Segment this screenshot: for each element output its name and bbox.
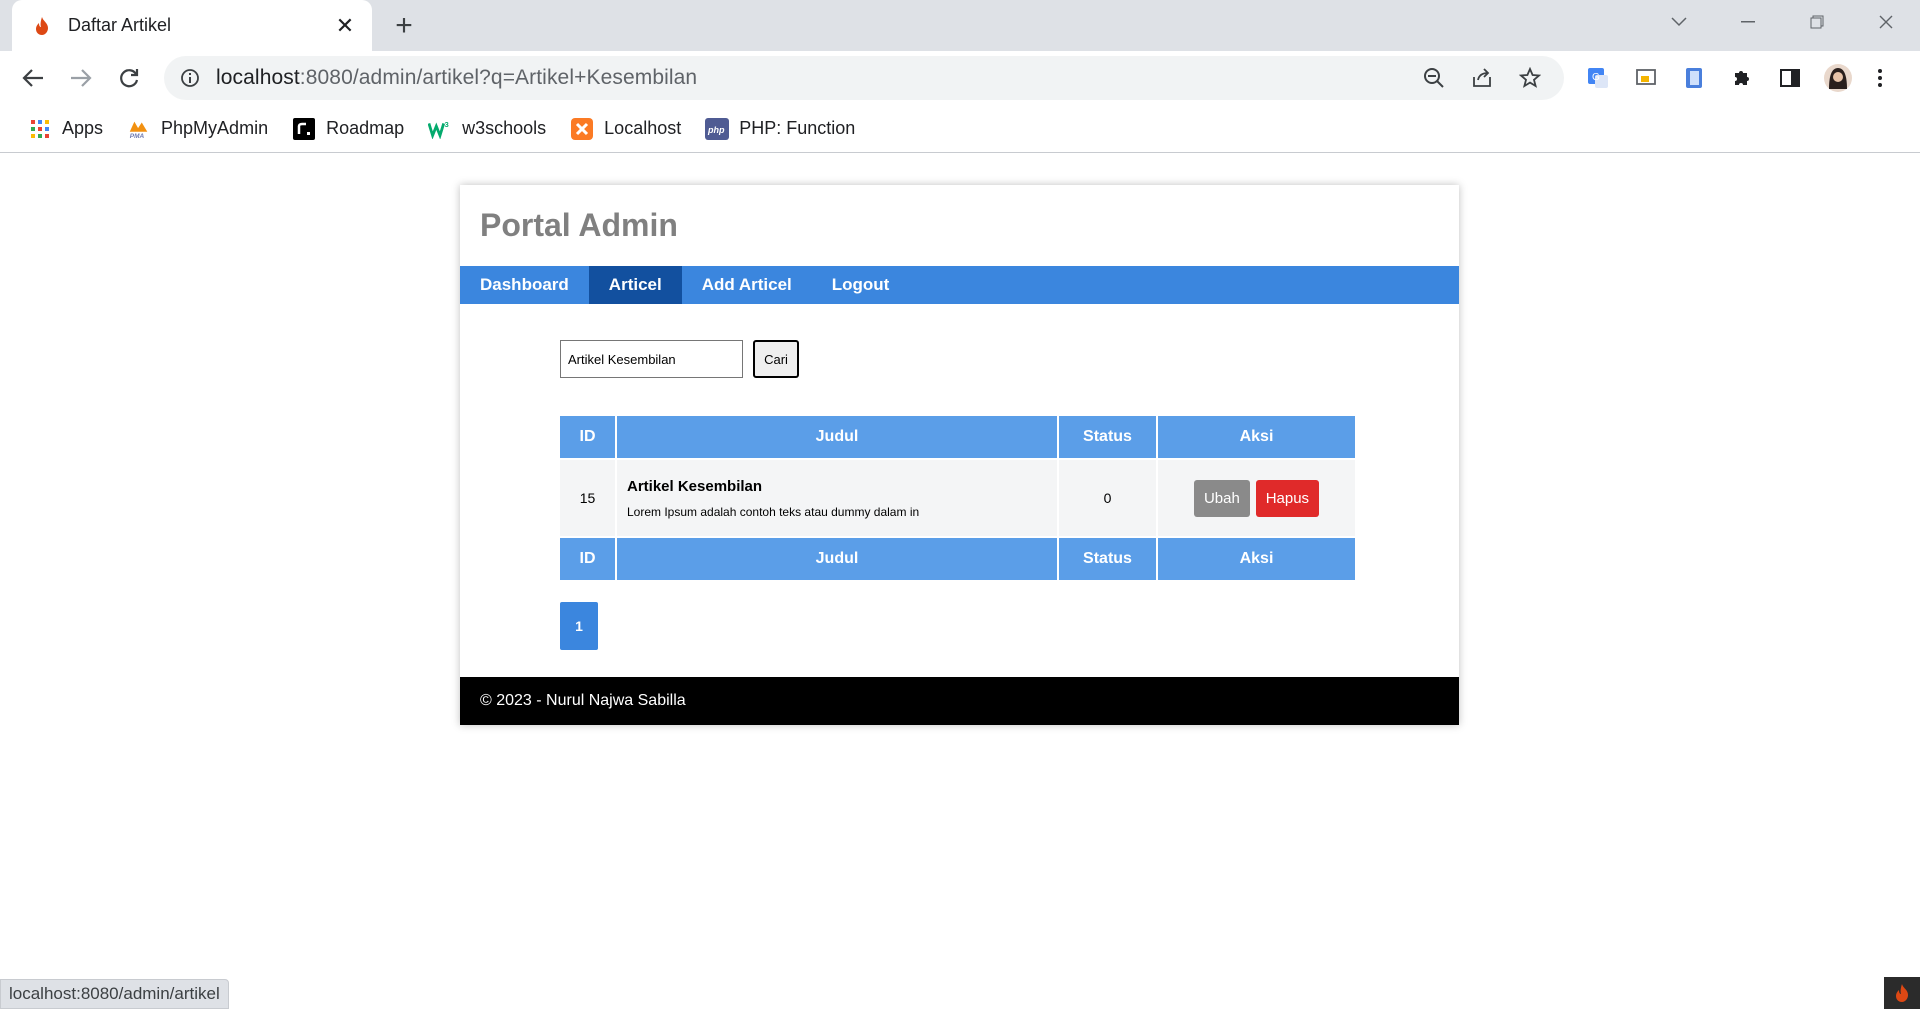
url-host: localhost (216, 66, 300, 89)
column-header-aksi: Aksi (1158, 416, 1355, 458)
window-controls (1644, 0, 1920, 44)
bookmark-label: Roadmap (326, 118, 405, 138)
admin-container: Portal Admin Dashboard Articel Add Artic… (460, 185, 1459, 725)
delete-button[interactable]: Hapus (1255, 479, 1320, 517)
bookmark-label: Localhost (604, 118, 682, 138)
bookmark-label: Apps (62, 118, 104, 138)
nav-articel[interactable]: Articel (588, 266, 682, 304)
nav-logout[interactable]: Logout (812, 266, 910, 304)
apps-grid-icon (28, 117, 52, 141)
forward-arrow-icon[interactable] (64, 61, 98, 95)
main-content: Cari ID Judul Status Aksi 15 Artikel K (460, 304, 1459, 677)
browser-tabstrip: Daftar Artikel ✕ + (0, 0, 1920, 51)
bookmark-label: PhpMyAdmin (161, 118, 269, 138)
roadmap-icon (292, 117, 316, 141)
cell-judul: Artikel Kesembilan Lorem Ipsum adalah co… (617, 460, 1057, 536)
page-1-button[interactable]: 1 (560, 602, 598, 650)
bookmark-w3schools[interactable]: 3 w3schools (420, 111, 554, 147)
column-footer-judul: Judul (617, 538, 1057, 580)
bookmark-php-function[interactable]: php PHP: Function (697, 111, 863, 147)
xampp-icon (570, 117, 594, 141)
chrome-menu-kebab-icon[interactable] (1862, 59, 1898, 97)
address-bar[interactable]: localhost:8080/admin/artikel?q=Artikel+K… (164, 56, 1564, 100)
cast-screen-icon[interactable] (1622, 59, 1670, 97)
extensions-puzzle-icon[interactable] (1718, 59, 1766, 97)
column-footer-status: Status (1059, 538, 1156, 580)
php-icon: php (705, 117, 730, 141)
minimize-icon[interactable] (1713, 0, 1782, 44)
svg-text:3: 3 (445, 120, 449, 129)
search-form: Cari (560, 340, 1459, 378)
w3schools-icon: 3 (428, 117, 452, 141)
profile-avatar[interactable] (1814, 59, 1862, 97)
main-nav: Dashboard Articel Add Articel Logout (460, 266, 1459, 304)
column-header-status: Status (1059, 416, 1156, 458)
back-arrow-icon[interactable] (16, 61, 50, 95)
restore-icon[interactable] (1782, 0, 1851, 44)
side-panel-icon[interactable] (1766, 59, 1814, 97)
bookmark-roadmap[interactable]: Roadmap (284, 111, 412, 147)
table-row: 15 Artikel Kesembilan Lorem Ipsum adalah… (560, 460, 1355, 536)
cell-id: 15 (560, 460, 615, 536)
bookmark-label: w3schools (462, 118, 547, 138)
search-input[interactable] (560, 340, 743, 378)
page-title: Portal Admin (480, 207, 678, 243)
svg-text:G: G (1592, 72, 1600, 83)
bookmark-label: PHP: Function (739, 118, 856, 138)
zoom-out-icon[interactable] (1410, 60, 1458, 96)
bookmark-localhost[interactable]: Localhost (562, 111, 689, 147)
article-snippet: Lorem Ipsum adalah contoh teks atau dumm… (627, 504, 920, 519)
url-text: localhost:8080/admin/artikel?q=Artikel+K… (216, 66, 1410, 90)
bookmarks-bar: Apps PMA PhpMyAdmin Roadmap 3 w3schools … (0, 105, 1920, 153)
share-icon[interactable] (1458, 60, 1506, 96)
pagination: 1 (560, 602, 1459, 650)
tab-search-chevron-icon[interactable] (1644, 0, 1713, 44)
nav-add-articel[interactable]: Add Articel (682, 266, 812, 304)
bookmark-apps[interactable]: Apps (20, 111, 111, 147)
page-footer: © 2023 - Nurul Najwa Sabilla (460, 677, 1459, 725)
url-path: :8080/admin/artikel?q=Artikel+Kesembilan (299, 66, 698, 89)
cell-aksi: Ubah Hapus (1158, 460, 1355, 536)
table-footer-row: ID Judul Status Aksi (560, 538, 1355, 580)
article-title: Artikel Kesembilan (627, 477, 763, 495)
column-footer-aksi: Aksi (1158, 538, 1355, 580)
edit-button[interactable]: Ubah (1193, 479, 1250, 517)
footer-text: © 2023 - Nurul Najwa Sabilla (480, 692, 686, 709)
phpmyadmin-icon: PMA (127, 117, 151, 141)
codeigniter-debug-toolbar-icon[interactable] (1884, 977, 1920, 1009)
column-header-id: ID (560, 416, 615, 458)
codeigniter-flame-icon (30, 14, 54, 38)
new-tab-plus-icon[interactable]: + (388, 9, 420, 42)
document-extension-icon[interactable] (1670, 59, 1718, 97)
google-translate-icon[interactable]: G (1574, 59, 1622, 97)
svg-text:php: php (707, 125, 725, 135)
column-header-judul: Judul (617, 416, 1057, 458)
site-info-icon[interactable] (178, 66, 202, 90)
cell-status: 0 (1059, 460, 1156, 536)
table-header-row: ID Judul Status Aksi (560, 416, 1355, 458)
tab-title: Daftar Artikel (68, 15, 172, 35)
column-footer-id: ID (560, 538, 615, 580)
browser-tab-active[interactable]: Daftar Artikel ✕ (12, 0, 372, 51)
reload-icon[interactable] (112, 61, 146, 95)
page-viewport: Portal Admin Dashboard Articel Add Artic… (0, 154, 1920, 1009)
svg-text:PMA: PMA (130, 133, 145, 140)
bookmark-phpmyadmin[interactable]: PMA PhpMyAdmin (119, 111, 276, 147)
page-header: Portal Admin (460, 185, 1459, 266)
tab-close-icon[interactable]: ✕ (330, 11, 360, 41)
search-button[interactable]: Cari (753, 340, 799, 378)
nav-dashboard[interactable]: Dashboard (460, 266, 589, 304)
article-table: ID Judul Status Aksi 15 Artikel Kesembil… (558, 414, 1357, 582)
link-status-bar: localhost:8080/admin/artikel (0, 979, 229, 1009)
status-url: localhost:8080/admin/artikel (9, 984, 220, 1003)
browser-toolbar: localhost:8080/admin/artikel?q=Artikel+K… (0, 51, 1920, 105)
bookmark-star-icon[interactable] (1506, 60, 1554, 96)
close-window-icon[interactable] (1851, 0, 1920, 44)
